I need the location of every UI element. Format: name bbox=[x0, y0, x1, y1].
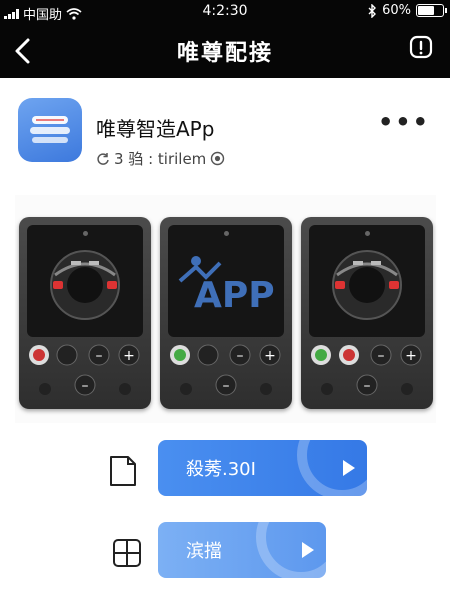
device-buttons: – + – bbox=[170, 344, 281, 396]
device-screen bbox=[309, 225, 425, 337]
dial-icon bbox=[332, 250, 402, 320]
app-name: 唯尊智造APp bbox=[96, 117, 215, 141]
play-arrow-icon bbox=[343, 460, 355, 476]
refresh-icon bbox=[97, 152, 109, 165]
battery-fill bbox=[418, 6, 434, 15]
button-decoration bbox=[256, 522, 326, 578]
status-bar: 中国助 4:2:30 60% bbox=[0, 0, 450, 24]
svg-text:–: – bbox=[223, 378, 230, 394]
device-center: APP – + – bbox=[160, 217, 292, 409]
bluetooth-icon bbox=[368, 3, 377, 18]
page-title: 唯尊配接 bbox=[176, 41, 273, 66]
secondary-action-label: 滨擋 bbox=[186, 541, 222, 562]
svg-text:–: – bbox=[364, 378, 371, 394]
more-options-icon[interactable]: ••• bbox=[378, 108, 430, 136]
device-left: – + – bbox=[19, 217, 151, 409]
play-arrow-icon bbox=[302, 542, 314, 558]
document-icon bbox=[110, 456, 136, 486]
app-meta-text: 3 驺 : tirilem bbox=[114, 150, 207, 168]
svg-text:–: – bbox=[378, 348, 385, 364]
svg-text:+: + bbox=[264, 348, 276, 364]
target-icon bbox=[211, 151, 225, 166]
device-screen-text: APP bbox=[194, 275, 275, 316]
top-bar: 中国助 4:2:30 60% 唯尊配接 bbox=[0, 0, 450, 78]
device-right: – + – bbox=[301, 217, 433, 409]
secondary-action-button[interactable]: 滨擋 bbox=[158, 522, 326, 578]
primary-action-label: 殺莠.30I bbox=[186, 459, 256, 480]
app-meta: 3 驺 : tirilem bbox=[96, 148, 225, 169]
mini-program-menu-icon[interactable] bbox=[408, 34, 434, 60]
app-logo-icon bbox=[30, 116, 70, 143]
dial-icon bbox=[50, 250, 120, 320]
battery-icon bbox=[416, 4, 447, 17]
product-image: – + – APP – + – – + – bbox=[15, 195, 436, 423]
svg-text:+: + bbox=[405, 348, 417, 364]
device-screen: APP bbox=[168, 225, 284, 337]
app-icon[interactable] bbox=[18, 98, 82, 162]
primary-action-button[interactable]: 殺莠.30I bbox=[158, 440, 367, 496]
device-buttons: – + – bbox=[29, 344, 140, 396]
device-buttons: – + – bbox=[311, 344, 422, 396]
svg-text:–: – bbox=[237, 348, 244, 364]
navigation-bar: 唯尊配接 bbox=[0, 24, 450, 78]
svg-text:+: + bbox=[123, 348, 135, 364]
svg-text:–: – bbox=[82, 378, 89, 394]
grid-icon bbox=[113, 539, 141, 567]
battery-percent: 60% bbox=[382, 3, 411, 18]
device-screen bbox=[27, 225, 143, 337]
button-decoration bbox=[297, 440, 367, 496]
status-right: 60% bbox=[367, 3, 447, 18]
svg-text:–: – bbox=[96, 348, 103, 364]
